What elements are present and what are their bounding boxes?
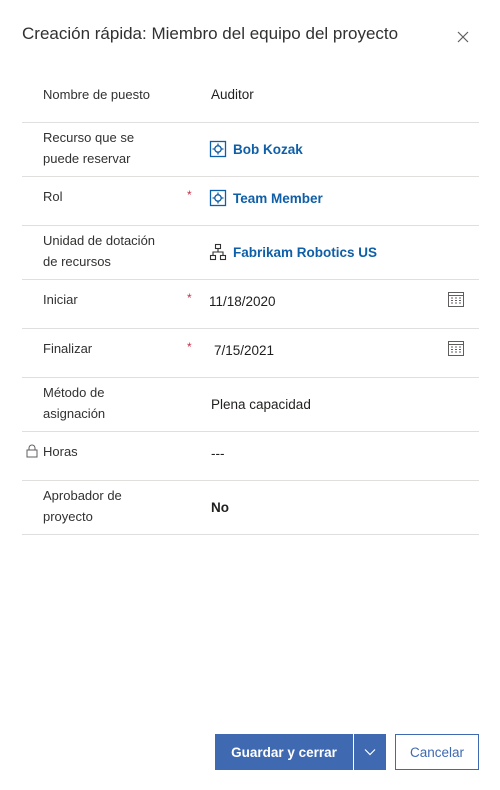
- quick-create-form: Nombre de puesto Auditor Recurso que se …: [22, 68, 479, 535]
- field-label: Aprobador de proyecto: [43, 488, 122, 524]
- role-lookup[interactable]: Team Member: [209, 189, 323, 207]
- required-indicator: *: [187, 291, 192, 305]
- field-bookable-resource: Recurso que se puede reservar Bob Kozak: [22, 123, 479, 177]
- bookable-resource-lookup[interactable]: Bob Kozak: [209, 140, 303, 158]
- cancel-button[interactable]: Cancelar: [395, 734, 479, 770]
- project-approver-toggle[interactable]: No: [211, 500, 229, 515]
- field-resourcing-unit: Unidad de dotación de recursos Fabrikam …: [22, 226, 479, 280]
- org-unit-icon: [209, 243, 227, 261]
- save-options-dropdown-button[interactable]: [353, 734, 386, 770]
- dialog-header: Creación rápida: Miembro del equipo del …: [22, 24, 478, 48]
- save-and-close-button[interactable]: Guardar y cerrar: [215, 734, 353, 770]
- field-start: Iniciar * 11/18/2020: [22, 280, 479, 329]
- lookup-value: Fabrikam Robotics US: [233, 244, 378, 260]
- calendar-icon[interactable]: [447, 339, 465, 357]
- dialog-title: Creación rápida: Miembro del equipo del …: [22, 24, 399, 43]
- close-icon: [457, 31, 469, 43]
- field-project-approver: Aprobador de proyecto No: [22, 481, 479, 535]
- job-title-input[interactable]: Auditor: [211, 87, 254, 102]
- field-allocation-method: Método de asignación Plena capacidad: [22, 378, 479, 432]
- calendar-icon[interactable]: [447, 290, 465, 308]
- field-label: Rol: [43, 189, 63, 204]
- field-role: Rol * Team Member: [22, 177, 479, 226]
- field-job-title: Nombre de puesto Auditor: [22, 68, 479, 123]
- chevron-down-icon: [364, 749, 376, 756]
- dialog-footer: Guardar y cerrar Cancelar: [215, 734, 479, 770]
- resourcing-unit-lookup[interactable]: Fabrikam Robotics US: [209, 243, 377, 261]
- field-hours: Horas ---: [22, 432, 479, 481]
- field-label: Horas: [43, 444, 78, 459]
- close-button[interactable]: [456, 30, 472, 46]
- field-label: Finalizar: [43, 341, 93, 356]
- lookup-value: Bob Kozak: [233, 141, 303, 157]
- field-label: Recurso que se puede reservar: [43, 130, 135, 166]
- role-icon: [209, 189, 227, 207]
- lookup-value: Team Member: [233, 190, 323, 206]
- field-label: Nombre de puesto: [43, 87, 150, 102]
- finish-date-input[interactable]: 7/15/2021: [214, 343, 274, 358]
- bookable-resource-icon: [209, 140, 227, 158]
- field-label: Método de asignación: [43, 385, 106, 421]
- allocation-method-select[interactable]: Plena capacidad: [211, 397, 311, 412]
- hours-value: ---: [211, 446, 225, 461]
- lock-icon: [26, 444, 38, 458]
- start-date-input[interactable]: 11/18/2020: [209, 294, 276, 309]
- field-label: Iniciar: [43, 292, 78, 307]
- required-indicator: *: [187, 188, 192, 202]
- field-finish: Finalizar * 7/15/2021: [22, 329, 479, 378]
- required-indicator: *: [187, 340, 192, 354]
- field-label: Unidad de dotación de recursos: [43, 233, 156, 269]
